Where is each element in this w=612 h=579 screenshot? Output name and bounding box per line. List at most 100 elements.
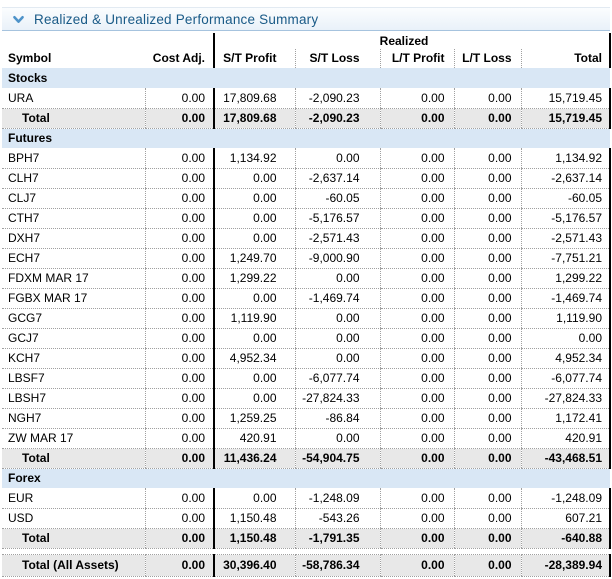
symbol-cell: NGH7: [2, 408, 145, 428]
section-total-value-cell: 0.00: [454, 108, 521, 128]
value-cell: -60.05: [295, 188, 380, 208]
table-row: LBSH70.000.00-27,824.330.000.00-27,824.3…: [2, 388, 610, 408]
value-cell: 0.00: [380, 228, 454, 248]
value-cell: 0.00: [380, 168, 454, 188]
value-cell: -6,077.74: [521, 368, 610, 388]
summary-title-bar[interactable]: Realized & Unrealized Performance Summar…: [2, 7, 610, 31]
value-cell: 0.00: [380, 488, 454, 508]
value-cell: 0.00: [380, 508, 454, 528]
column-header-row: Symbol Cost Adj. S/T Profit S/T Loss L/T…: [2, 49, 610, 68]
value-cell: 0.00: [145, 388, 214, 408]
value-cell: 0.00: [145, 248, 214, 268]
value-cell: 0.00: [380, 148, 454, 168]
value-cell: 0.00: [521, 328, 610, 348]
value-cell: 607.21: [521, 508, 610, 528]
table-row: URA0.0017,809.68-2,090.230.000.0015,719.…: [2, 88, 610, 108]
value-cell: 1,150.48: [214, 508, 295, 528]
value-cell: 1,172.41: [521, 408, 610, 428]
section-total-value-cell: -54,904.75: [295, 448, 380, 468]
symbol-cell: LBSF7: [2, 368, 145, 388]
performance-summary-panel: Realized & Unrealized Performance Summar…: [2, 7, 610, 577]
section-header-row: Forex: [2, 468, 610, 488]
symbol-cell: BPH7: [2, 148, 145, 168]
table-row: CTH70.000.00-5,176.570.000.00-5,176.57: [2, 208, 610, 228]
value-cell: 0.00: [145, 268, 214, 288]
value-cell: 0.00: [145, 88, 214, 108]
symbol-cell: DXH7: [2, 228, 145, 248]
symbol-cell: CLH7: [2, 168, 145, 188]
value-cell: 0.00: [145, 348, 214, 368]
value-cell: 0.00: [380, 328, 454, 348]
value-cell: 0.00: [454, 508, 521, 528]
value-cell: -2,637.14: [295, 168, 380, 188]
section-label: Forex: [2, 468, 610, 488]
value-cell: -5,176.57: [295, 208, 380, 228]
column-header-total: Total: [521, 49, 610, 68]
value-cell: 0.00: [380, 368, 454, 388]
value-cell: 0.00: [454, 368, 521, 388]
value-cell: 1,299.22: [214, 268, 295, 288]
table-row: LBSF70.000.00-6,077.740.000.00-6,077.74: [2, 368, 610, 388]
column-header-st-loss: S/T Loss: [295, 49, 380, 68]
section-total-value-cell: 1,150.48: [214, 528, 295, 548]
value-cell: 0.00: [380, 268, 454, 288]
value-cell: 0.00: [454, 148, 521, 168]
value-cell: 0.00: [295, 428, 380, 448]
value-cell: 0.00: [145, 228, 214, 248]
table-row: ZW MAR 170.00420.910.000.000.00420.91: [2, 428, 610, 448]
value-cell: 1,134.92: [521, 148, 610, 168]
value-cell: -2,571.43: [521, 228, 610, 248]
section-total-value-cell: 0.00: [454, 448, 521, 468]
value-cell: 0.00: [145, 148, 214, 168]
section-total-row: Total0.0017,809.68-2,090.230.000.0015,71…: [2, 108, 610, 128]
value-cell: -1,248.09: [295, 488, 380, 508]
group-header-spacer: [2, 33, 214, 49]
value-cell: 0.00: [380, 208, 454, 228]
section-total-value-cell: 0.00: [145, 108, 214, 128]
grand-total-value-cell: 0.00: [145, 554, 214, 576]
section-total-row: Total0.0011,436.24-54,904.750.000.00-43,…: [2, 448, 610, 468]
value-cell: -27,824.33: [295, 388, 380, 408]
value-cell: 0.00: [145, 368, 214, 388]
value-cell: -27,824.33: [521, 388, 610, 408]
chevron-down-icon[interactable]: [12, 13, 25, 26]
section-total-value-cell: -43,468.51: [521, 448, 610, 468]
value-cell: 0.00: [145, 168, 214, 188]
value-cell: 0.00: [295, 328, 380, 348]
value-cell: 0.00: [454, 388, 521, 408]
table-row: FDXM MAR 170.001,299.220.000.000.001,299…: [2, 268, 610, 288]
value-cell: 1,119.90: [521, 308, 610, 328]
section-total-label: Total: [2, 528, 145, 548]
value-cell: 1,119.90: [214, 308, 295, 328]
column-header-lt-profit: L/T Profit: [380, 49, 454, 68]
value-cell: 0.00: [145, 508, 214, 528]
value-cell: -9,000.90: [295, 248, 380, 268]
value-cell: 0.00: [454, 308, 521, 328]
section-total-value-cell: -640.88: [521, 528, 610, 548]
table-row: GCJ70.000.000.000.000.000.00: [2, 328, 610, 348]
value-cell: 0.00: [380, 188, 454, 208]
symbol-cell: URA: [2, 88, 145, 108]
value-cell: 0.00: [454, 288, 521, 308]
value-cell: 0.00: [214, 328, 295, 348]
value-cell: 0.00: [214, 368, 295, 388]
value-cell: 0.00: [380, 248, 454, 268]
value-cell: -2,637.14: [521, 168, 610, 188]
panel-title: Realized & Unrealized Performance Summar…: [34, 12, 318, 27]
symbol-cell: FDXM MAR 17: [2, 268, 145, 288]
value-cell: -2,090.23: [295, 88, 380, 108]
grand-total-value-cell: -58,786.34: [295, 554, 380, 576]
value-cell: 0.00: [454, 88, 521, 108]
value-cell: 1,259.25: [214, 408, 295, 428]
grand-total-value-cell: 30,396.40: [214, 554, 295, 576]
symbol-cell: KCH7: [2, 348, 145, 368]
grand-total-value-cell: 0.00: [380, 554, 454, 576]
table-row: USD0.001,150.48-543.260.000.00607.21: [2, 508, 610, 528]
value-cell: 0.00: [145, 288, 214, 308]
value-cell: 0.00: [295, 148, 380, 168]
value-cell: 0.00: [454, 328, 521, 348]
value-cell: 0.00: [454, 248, 521, 268]
section-header-row: Stocks: [2, 68, 610, 88]
table-row: KCH70.004,952.340.000.000.004,952.34: [2, 348, 610, 368]
value-cell: 0.00: [454, 428, 521, 448]
